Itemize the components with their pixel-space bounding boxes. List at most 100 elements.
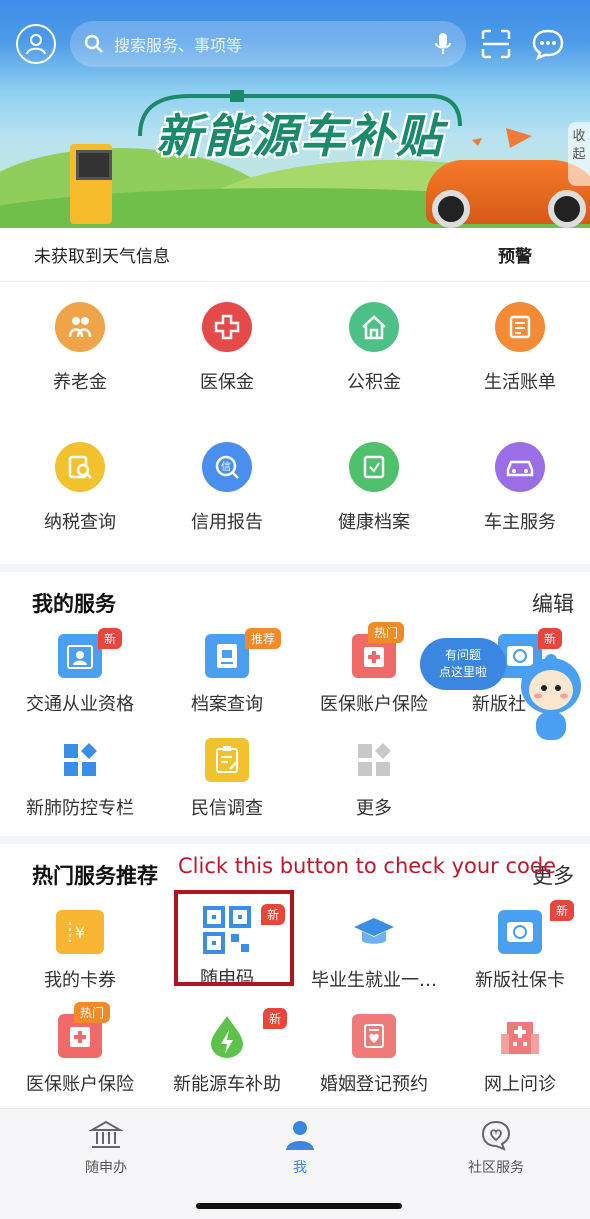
banner-title: 新能源车补贴 [156, 109, 444, 163]
service-marriage-registration[interactable]: 婚姻登记预约 [300, 1014, 448, 1096]
car-wheel [432, 190, 470, 228]
annotation-highlight-box [174, 890, 294, 986]
marriage-icon [352, 1014, 396, 1058]
medical-kit-icon: 热门 [58, 1002, 111, 1058]
service-pneumonia-column[interactable]: 新肺防控专栏 [6, 738, 154, 820]
car-icon [495, 442, 545, 492]
service-more[interactable]: 更多 [300, 738, 448, 820]
service-label: 医保账户保险 [320, 694, 428, 715]
service-label: 新能源车补助 [173, 1074, 281, 1095]
my-services-header: 我的服务 编辑 [32, 588, 574, 618]
building-icon [88, 1120, 124, 1148]
chat-bubble-icon [532, 29, 564, 60]
weather-alert-button[interactable]: 预警 [498, 242, 532, 267]
nav-community-service[interactable]: 社区服务 [436, 1119, 556, 1177]
service-graduate-employment[interactable]: 毕业生就业一… [300, 910, 448, 992]
graduation-cap-icon [352, 910, 396, 954]
nav-me[interactable]: 我 [240, 1119, 360, 1177]
hospital-icon [498, 1014, 542, 1058]
service-archive-query[interactable]: 推荐 档案查询 [153, 628, 301, 716]
house-icon [349, 302, 399, 352]
weather-bar: 未获取到天气信息 预警 [0, 228, 590, 282]
service-label: 民信调查 [191, 798, 263, 819]
scan-button[interactable] [474, 22, 518, 66]
top-area: 新能源车补贴 收起 搜索服务、事项等 [0, 0, 590, 228]
home-indicator[interactable] [196, 1203, 402, 1209]
blocks-icon [58, 738, 102, 782]
grid-label: 生活账单 [484, 372, 556, 393]
bottom-nav: 随申办 我 社区服务 [0, 1108, 590, 1219]
banner[interactable]: 新能源车补贴 收起 [0, 78, 590, 228]
search-input[interactable]: 搜索服务、事项等 [114, 32, 434, 56]
charger-illustration [70, 144, 112, 224]
grid-item-pension[interactable]: 养老金 [6, 302, 154, 394]
service-medical-insurance-hot[interactable]: 热门 医保账户保险 [6, 1002, 154, 1096]
mascot-icon[interactable] [516, 646, 586, 746]
elderly-icon [55, 302, 105, 352]
service-label: 我的卡券 [44, 970, 116, 991]
grid-label: 信用报告 [191, 512, 263, 533]
grid-item-medical-fund[interactable]: 医保金 [153, 302, 301, 394]
grid-item-credit-report[interactable]: 信 信用报告 [153, 442, 301, 534]
coupon-icon: ¥ [56, 910, 104, 954]
grid-label: 纳税查询 [44, 512, 116, 533]
service-label: 毕业生就业一… [311, 970, 437, 991]
badge-new: 新 [550, 900, 575, 921]
service-label: 网上问诊 [484, 1074, 556, 1095]
grid-label: 车主服务 [484, 512, 556, 533]
svg-text:信: 信 [221, 461, 231, 473]
user-icon [26, 34, 46, 55]
annotation-text: Click this button to check your code [178, 854, 557, 878]
message-button[interactable] [526, 22, 570, 66]
scan-icon [481, 29, 511, 59]
edit-button[interactable]: 编辑 [532, 588, 574, 618]
section-title: 热门服务推荐 [32, 864, 158, 888]
svg-text:¥: ¥ [75, 923, 85, 942]
medical-kit-icon: 热门 [352, 622, 405, 678]
hot-services-section: 热门服务推荐 更多 ¥ 我的卡券 新 随申码 毕业生就业一… 新 新版社保卡 热… [0, 844, 590, 1108]
grid-label: 健康档案 [338, 512, 410, 533]
nav-label: 随申办 [85, 1160, 127, 1176]
heart-chat-icon [481, 1120, 511, 1151]
grid-item-health-file[interactable]: 健康档案 [300, 442, 448, 534]
service-label: 医保账户保险 [26, 1074, 134, 1095]
search-icon [84, 34, 103, 53]
service-label: 婚姻登记预约 [320, 1074, 428, 1095]
energy-drop-icon: 新 [205, 1008, 288, 1058]
profile-button[interactable] [16, 24, 56, 64]
grid-label: 养老金 [53, 372, 107, 393]
nav-suishenban[interactable]: 随申办 [46, 1119, 166, 1177]
microphone-icon[interactable] [434, 32, 452, 56]
service-label: 更多 [356, 798, 392, 819]
more-blocks-icon [352, 738, 396, 782]
credit-icon: 信 [202, 442, 252, 492]
banner-collapse-button[interactable]: 收起 [568, 122, 590, 186]
person-icon [286, 1121, 314, 1150]
service-new-social-card-hot[interactable]: 新 新版社保卡 [446, 900, 590, 992]
badge-recommended: 推荐 [245, 628, 282, 649]
help-line: 点这里啦 [438, 665, 487, 679]
grid-item-tax-query[interactable]: 纳税查询 [6, 442, 154, 534]
grid-label: 公积金 [347, 372, 401, 393]
grid-item-housing-fund[interactable]: 公积金 [300, 302, 448, 394]
medical-cross-icon [202, 302, 252, 352]
social-card-icon: 新 [498, 900, 575, 954]
badge-new: 新 [263, 1008, 288, 1029]
service-online-consultation[interactable]: 网上问诊 [446, 1014, 590, 1096]
car-wheel [548, 190, 586, 228]
service-my-coupons[interactable]: ¥ 我的卡券 [6, 910, 154, 992]
section-title: 我的服务 [32, 592, 116, 616]
health-file-icon [349, 442, 399, 492]
grid-item-living-bill[interactable]: 生活账单 [446, 302, 590, 394]
service-new-energy-subsidy[interactable]: 新 新能源车补助 [153, 1008, 301, 1096]
service-survey[interactable]: 民信调查 [153, 738, 301, 820]
help-bubble[interactable]: 有问题 点这里啦 [420, 638, 506, 690]
grid-item-car-owner[interactable]: 车主服务 [446, 442, 590, 534]
archive-icon: 推荐 [205, 628, 282, 678]
service-label: 新肺防控专栏 [26, 798, 134, 819]
my-services-section: 我的服务 编辑 新 交通从业资格 推荐 档案查询 热门 医保账户保险 新 新版社 [0, 572, 590, 836]
service-transport-qualification[interactable]: 新 交通从业资格 [6, 628, 154, 716]
main-service-grid: 养老金 医保金 公积金 生活账单 纳税查询 信 信用报告 健康档案 车主服务 [0, 282, 590, 564]
search-bar[interactable]: 搜索服务、事项等 [70, 21, 466, 67]
survey-icon [205, 738, 249, 782]
